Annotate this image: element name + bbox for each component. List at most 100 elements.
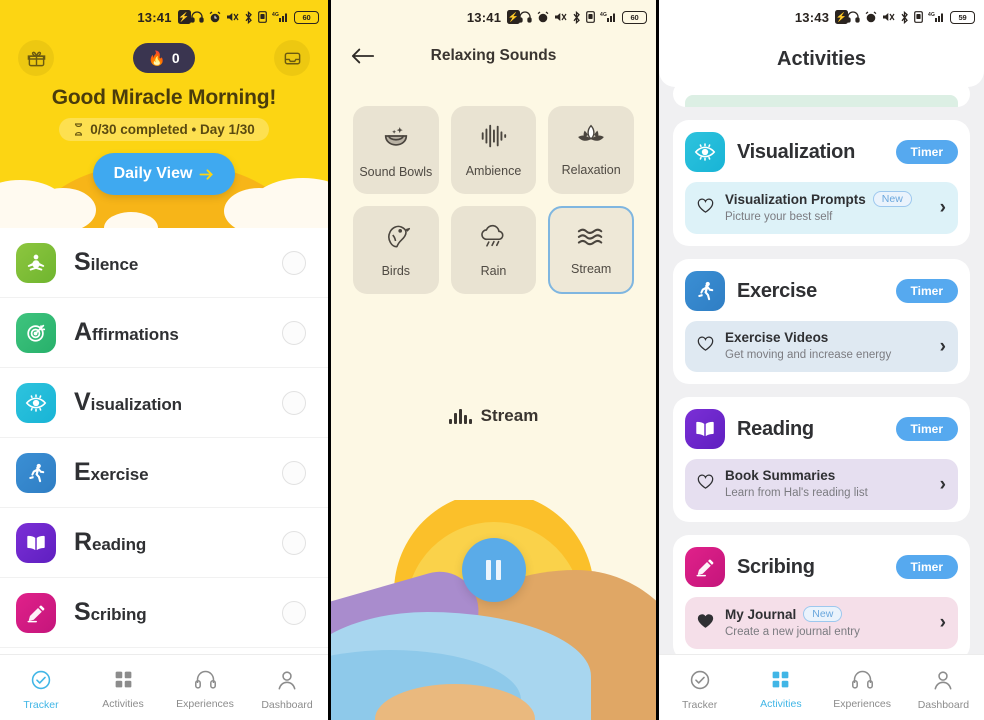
activity-subitem-texts: Exercise Videos Get moving and increase e… <box>725 330 929 363</box>
equalizer-icon <box>448 408 472 424</box>
pause-icon <box>486 560 491 580</box>
nav-item-tracker[interactable]: Tracker <box>6 669 76 711</box>
sound-tile-sound-bowls[interactable]: Sound Bowls <box>353 106 439 194</box>
chevron-right-icon[interactable]: › <box>940 197 946 219</box>
nav-item-dashboard[interactable]: Dashboard <box>252 669 322 711</box>
eye-icon <box>685 132 725 172</box>
tracker-row-affirmations[interactable]: Affirmations <box>0 298 328 368</box>
progress-text: 0/30 completed • Day 1/30 <box>90 122 255 137</box>
tracker-row-label: Visualization <box>74 388 182 416</box>
headphones-icon <box>518 11 532 23</box>
tracker-row-checkbox[interactable] <box>282 460 306 485</box>
heart-outline-icon[interactable] <box>697 474 714 490</box>
tracker-row-label: Reading <box>74 528 147 556</box>
tracker-row-scribing[interactable]: Scribing <box>0 578 328 648</box>
tracker-top-row: 🔥 0 <box>0 34 328 76</box>
timer-button[interactable]: Timer <box>895 140 958 164</box>
gift-button[interactable] <box>18 40 54 76</box>
mute-icon <box>555 13 567 21</box>
activity-subitem[interactable]: My Journal New Create a new journal entry › <box>685 597 958 649</box>
greeting-title: Good Miracle Morning! <box>51 86 277 109</box>
nav-item-experiences[interactable]: Experiences <box>827 669 897 710</box>
cloud-shape <box>30 188 96 228</box>
nav-item-activities[interactable]: Activities <box>746 669 816 710</box>
chevron-right-icon[interactable]: › <box>940 336 946 358</box>
activity-subitem[interactable]: Exercise Videos Get moving and increase e… <box>685 321 958 372</box>
heart-outline-icon[interactable] <box>697 198 714 214</box>
tracker-row-checkbox[interactable] <box>282 530 306 555</box>
partially-scrolled-card[interactable] <box>673 81 970 107</box>
svg-text:4G: 4G <box>272 12 279 18</box>
activity-subitem-title: Visualization Prompts <box>725 191 866 207</box>
heart-outline-icon[interactable] <box>697 336 714 352</box>
sound-tile-stream[interactable]: Stream <box>548 206 634 294</box>
mute-icon <box>227 13 239 21</box>
sound-tile-relaxation[interactable]: Relaxation <box>548 106 634 194</box>
tracker-row-exercise[interactable]: Exercise <box>0 438 328 508</box>
sound-tile-label: Relaxation <box>561 163 621 177</box>
alarm-icon <box>865 11 877 23</box>
streak-badge[interactable]: 🔥 0 <box>133 43 195 73</box>
activity-card-title: Reading <box>737 417 814 440</box>
tracker-row-checkbox[interactable] <box>282 600 306 625</box>
activity-subitem[interactable]: Visualization Prompts New Picture your bes… <box>685 182 958 234</box>
now-playing: Stream <box>331 406 656 426</box>
nav-item-experiences[interactable]: Experiences <box>170 669 240 710</box>
tracker-row-checkbox[interactable] <box>282 320 306 345</box>
sound-tile-ambience[interactable]: Ambience <box>450 106 537 194</box>
new-badge: New <box>872 191 912 207</box>
now-playing-label: Stream <box>480 406 539 425</box>
sound-tile-label: Ambience <box>465 164 522 178</box>
gift-icon <box>27 51 45 66</box>
activities-scroll[interactable]: Visualization Timer Visualization Prompts N… <box>659 81 984 661</box>
nav-item-tracker[interactable]: Tracker <box>665 669 735 711</box>
tracker-row-checkbox[interactable] <box>282 390 306 415</box>
daily-view-button[interactable]: Daily View <box>93 153 235 195</box>
tracker-row-checkbox[interactable] <box>282 250 306 275</box>
pause-button[interactable] <box>461 538 526 602</box>
favorite-toggle[interactable] <box>697 198 714 219</box>
status-icons: 4G 60 <box>190 0 319 34</box>
chevron-right-icon[interactable]: › <box>940 474 946 496</box>
favorite-toggle[interactable] <box>697 474 714 495</box>
timer-button[interactable]: Timer <box>895 417 958 441</box>
chevron-right-icon[interactable]: › <box>940 612 946 634</box>
timer-button[interactable]: Timer <box>895 555 958 579</box>
activity-subitem-title: My Journal <box>725 606 797 622</box>
activity-card-reading: Reading Timer Book Summaries Learn from Hal… <box>673 397 970 522</box>
favorite-toggle[interactable] <box>697 336 714 357</box>
heart-filled-icon[interactable] <box>697 613 714 629</box>
inbox-button[interactable] <box>274 40 310 76</box>
battery-indicator: 60 <box>622 10 647 24</box>
headphones-icon <box>194 669 217 693</box>
tracker-row-visualization[interactable]: Visualization <box>0 368 328 438</box>
person-icon <box>932 669 954 694</box>
tracker-row-reading[interactable]: Reading <box>0 508 328 578</box>
cloud-shape <box>224 188 294 228</box>
nav-item-label: Dashboard <box>917 698 970 711</box>
activity-card-title: Visualization <box>737 140 855 163</box>
peek-subitem <box>685 95 958 107</box>
writing-icon <box>685 547 725 587</box>
nav-item-activities[interactable]: Activities <box>88 669 158 710</box>
sound-tile-grid: Sound Bowls Ambience Relaxation Birds Rain St… <box>331 78 656 294</box>
favorite-toggle[interactable] <box>697 613 714 634</box>
sound-bowl-icon <box>381 121 411 156</box>
nav-item-label: Tracker <box>23 698 59 711</box>
page-title: Activities <box>659 34 984 87</box>
sound-tile-birds[interactable]: Birds <box>353 206 439 294</box>
tracker-row-silence[interactable]: Silence <box>0 228 328 298</box>
sound-tile-label: Stream <box>571 262 612 276</box>
status-bar: 13:43 ⚡ 4G 59 <box>659 0 984 34</box>
waveform-icon <box>478 122 508 155</box>
sound-tile-rain[interactable]: Rain <box>450 206 537 294</box>
sim-icon <box>258 11 267 23</box>
sound-tile-label: Sound Bowls <box>359 165 433 179</box>
writing-icon <box>16 592 56 633</box>
activity-card-exercise: Exercise Timer Exercise Videos Get moving a… <box>673 259 970 384</box>
activity-subitem-texts: Book Summaries Learn from Hal's reading l… <box>725 468 929 501</box>
nav-item-dashboard[interactable]: Dashboard <box>908 669 978 711</box>
timer-button[interactable]: Timer <box>895 279 958 303</box>
sim-icon <box>914 11 923 23</box>
activity-subitem[interactable]: Book Summaries Learn from Hal's reading l… <box>685 459 958 510</box>
